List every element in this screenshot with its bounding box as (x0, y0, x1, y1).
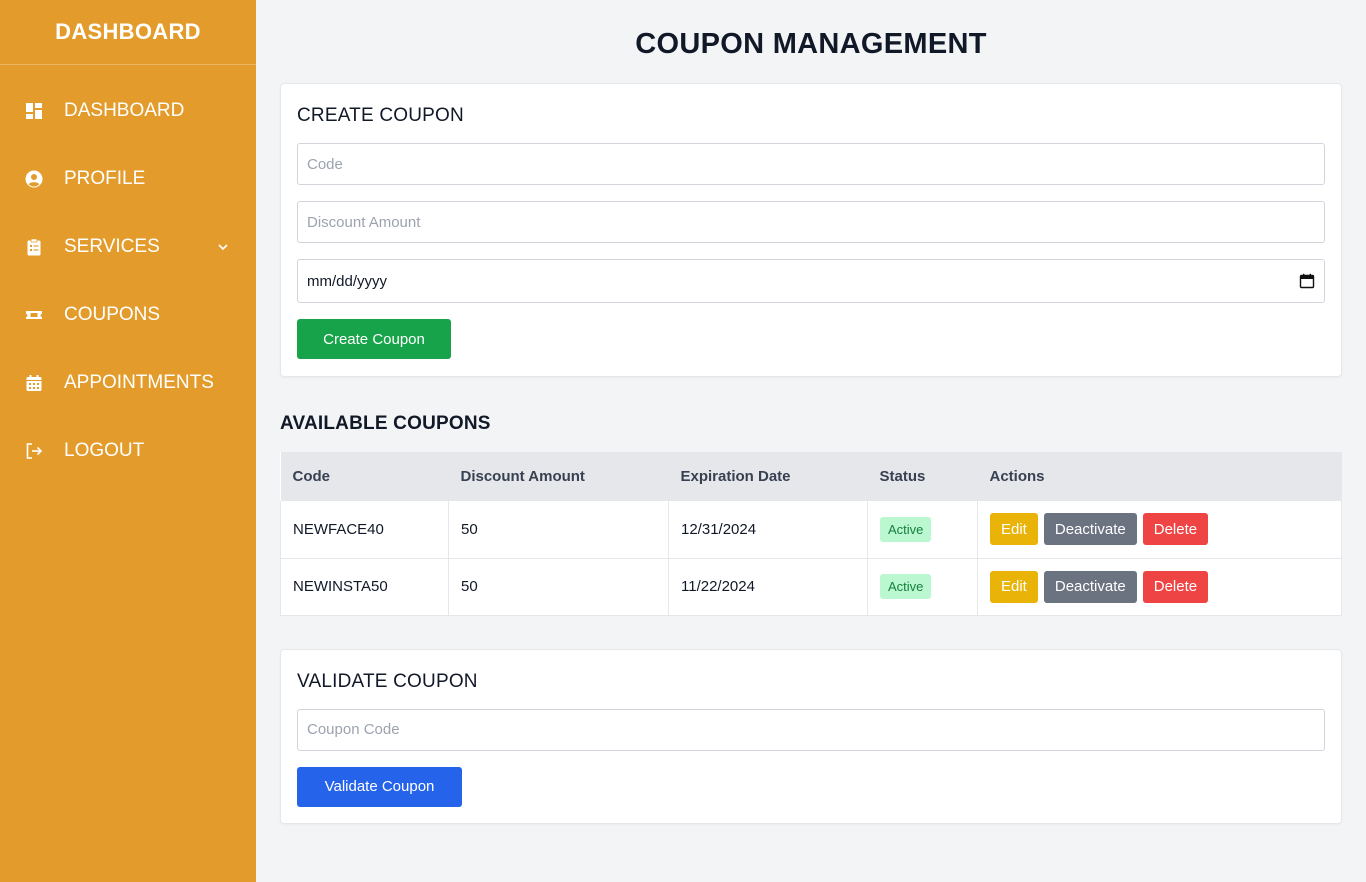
sidebar-item-label: DASHBOARD (64, 100, 185, 121)
sidebar-item-label: APPOINTMENTS (64, 372, 214, 393)
ticket-icon (24, 305, 44, 325)
sidebar: DASHBOARD DASHBOARD PROFILE SERVICES COU… (0, 0, 256, 882)
main-content: COUPON MANAGEMENT CREATE COUPON Code Dis… (280, 0, 1342, 824)
validate-coupon-card: VALIDATE COUPON Coupon Code Validate Cou… (280, 648, 1342, 824)
sidebar-item-appointments[interactable]: APPOINTMENTS (0, 349, 256, 417)
header-actions: Actions (989, 468, 1045, 485)
table-row: NEWFACE40 50 12/31/2024 Active Edit Deact… (280, 501, 1342, 558)
sidebar-brand: DASHBOARD (0, 0, 256, 65)
status-badge: Active (880, 574, 932, 599)
table-row: NEWINSTA50 50 11/22/2024 Active Edit Deac… (280, 558, 1342, 615)
user-circle-icon (24, 169, 44, 189)
coupons-table: Code Discount Amount Expiration Date Sta… (280, 452, 1342, 616)
expiration-date-value: mm/dd/yyyy (307, 272, 388, 290)
cell-status: Active (867, 501, 978, 558)
header-expiration-date: Expiration Date (680, 468, 791, 485)
cell-actions: Edit Deactivate Delete (977, 558, 1342, 615)
sidebar-item-logout[interactable]: LOGOUT (0, 417, 256, 485)
discount-amount-placeholder: Discount Amount (307, 213, 421, 231)
cell-discount: 50 (448, 501, 669, 558)
create-coupon-button[interactable]: Create Coupon (297, 319, 451, 359)
cell-expiration: 12/31/2024 (668, 501, 868, 558)
calendar-picker-icon[interactable] (1299, 273, 1315, 289)
page-title: COUPON MANAGEMENT (635, 28, 987, 60)
coupon-code-placeholder: Coupon Code (307, 721, 400, 738)
available-coupons-title: AVAILABLE COUPONS (280, 413, 491, 434)
cell-status: Active (867, 558, 978, 615)
deactivate-button[interactable]: Deactivate (1043, 513, 1137, 546)
sidebar-item-coupons[interactable]: COUPONS (0, 281, 256, 349)
header-code: Code (292, 468, 331, 485)
sidebar-nav: DASHBOARD PROFILE SERVICES COUPONS APPOI… (0, 65, 256, 485)
create-coupon-title: CREATE COUPON (297, 105, 464, 126)
delete-button[interactable]: Delete (1142, 570, 1209, 603)
edit-button[interactable]: Edit (990, 570, 1038, 603)
sidebar-item-label: LOGOUT (64, 440, 145, 461)
sidebar-item-label: SERVICES (64, 236, 160, 257)
table-header-row: Code Discount Amount Expiration Date Sta… (280, 452, 1342, 501)
sidebar-item-profile[interactable]: PROFILE (0, 145, 256, 213)
sidebar-item-label: PROFILE (64, 168, 146, 189)
discount-amount-input[interactable]: Discount Amount (297, 201, 1325, 243)
validate-coupon-title: VALIDATE COUPON (297, 670, 478, 692)
dashboard-icon (24, 101, 44, 121)
header-discount-amount: Discount Amount (460, 468, 585, 485)
sidebar-item-services[interactable]: SERVICES (0, 213, 256, 281)
create-coupon-card: CREATE COUPON Code Discount Amount mm/dd… (280, 83, 1342, 377)
sidebar-item-dashboard[interactable]: DASHBOARD (0, 77, 256, 145)
chevron-down-icon[interactable] (216, 240, 230, 254)
cell-discount: 50 (448, 558, 669, 615)
code-input[interactable]: Code (297, 143, 1325, 185)
status-badge: Active (880, 516, 932, 542)
header-status: Status (879, 468, 926, 485)
edit-button[interactable]: Edit (990, 513, 1038, 546)
validate-coupon-button[interactable]: Validate Coupon (297, 766, 462, 807)
logout-icon (24, 441, 44, 461)
cell-code: NEWINSTA50 (280, 558, 449, 615)
expiration-date-input[interactable]: mm/dd/yyyy (297, 259, 1325, 303)
cell-actions: Edit Deactivate Delete (977, 501, 1342, 558)
code-input-placeholder: Code (307, 155, 343, 173)
cell-expiration: 11/22/2024 (668, 558, 868, 615)
delete-button[interactable]: Delete (1142, 513, 1209, 546)
sidebar-item-label: COUPONS (64, 304, 161, 325)
coupon-code-input[interactable]: Coupon Code (297, 708, 1325, 751)
deactivate-button[interactable]: Deactivate (1043, 570, 1137, 603)
calendar-icon (24, 373, 44, 393)
clipboard-icon (24, 237, 44, 257)
cell-code: NEWFACE40 (280, 501, 449, 558)
